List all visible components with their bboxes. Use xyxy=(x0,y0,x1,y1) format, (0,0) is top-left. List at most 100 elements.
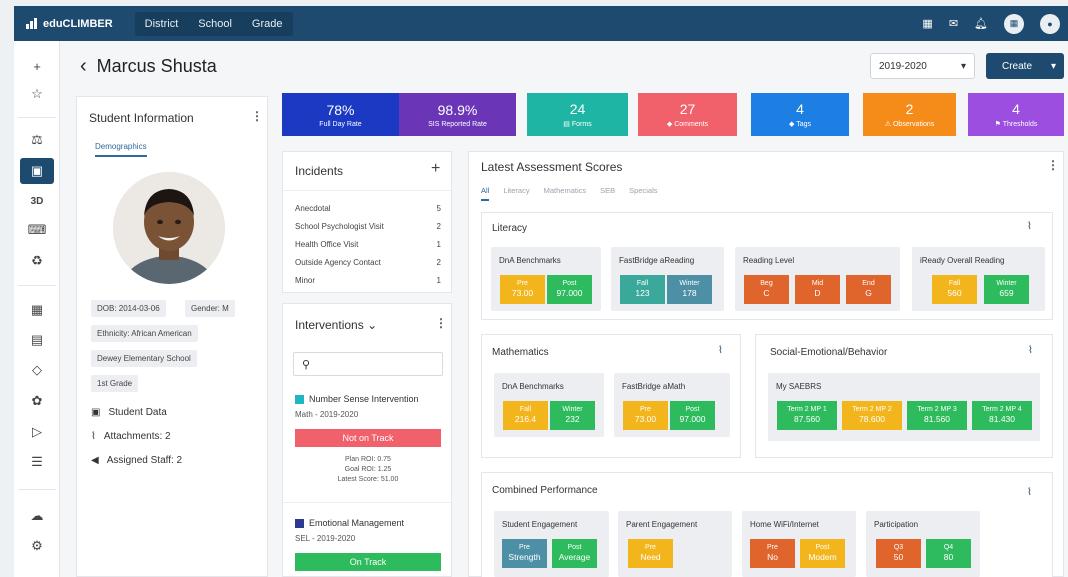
group-title: Reading Level xyxy=(743,256,795,265)
tab-mathematics[interactable]: Mathematics xyxy=(544,186,587,201)
score-chip[interactable]: Post 97.000 xyxy=(547,275,592,304)
recycle-icon[interactable]: ♻ xyxy=(20,248,54,274)
tab-seb[interactable]: SEB xyxy=(600,186,615,201)
kpi-comments[interactable]: 27 ◆ Comments xyxy=(638,93,737,136)
incident-label: Health Office Visit xyxy=(295,240,359,249)
tab-literacy[interactable]: Literacy xyxy=(503,186,529,201)
score-chip[interactable]: Post 97.000 xyxy=(670,401,715,430)
interventions-card: Interventions ⌄ ⋮ ⚲ Number Sense Interve… xyxy=(282,303,453,577)
student-card-icon[interactable]: ▣ xyxy=(20,158,54,184)
score-chip[interactable]: Beg C xyxy=(744,275,789,304)
tag-icon[interactable]: ◇ xyxy=(20,357,54,383)
score-chip[interactable]: Term 2 MP 1 87.560 xyxy=(777,401,837,430)
intervention-search-input[interactable]: ⚲ xyxy=(293,352,443,376)
group-icon[interactable]: ✿ xyxy=(20,388,54,414)
brand-logo[interactable]: eduCLIMBER xyxy=(26,18,113,30)
score-chip[interactable]: Fall 216.4 xyxy=(503,401,548,430)
chip-value: 97.000 xyxy=(556,288,583,299)
incident-row[interactable]: Outside Agency Contact 2 xyxy=(295,258,441,267)
back-arrow-icon[interactable]: ‹ xyxy=(80,55,87,78)
attachments-label: Attachments: 2 xyxy=(103,431,171,442)
main-content: ‹ Marcus Shusta 2019-2020 ▾ Create ▾ Stu… xyxy=(60,41,1068,577)
gear-icon[interactable]: ⚙ xyxy=(20,533,54,559)
clipboard-icon[interactable]: ▤ xyxy=(20,327,54,353)
incident-row[interactable]: School Psychologist Visit 2 xyxy=(295,222,441,231)
kpi-thresholds[interactable]: 4 ⚑ Thresholds xyxy=(968,93,1064,136)
flag-icon[interactable]: ▷ xyxy=(20,419,54,445)
kpi-sis-reported-rate[interactable]: 98.9% SIS Reported Rate xyxy=(399,93,516,136)
score-chip[interactable]: Winter 659 xyxy=(984,275,1029,304)
intervention-item[interactable]: Number Sense Intervention xyxy=(295,394,419,404)
tab-specials[interactable]: Specials xyxy=(629,186,657,201)
score-chip[interactable]: Pre Need xyxy=(628,539,673,568)
chip-label: Mid xyxy=(811,280,824,288)
nav-district[interactable]: District xyxy=(135,12,189,36)
score-chip[interactable]: Q4 80 xyxy=(926,539,971,568)
score-chip[interactable]: Post Modem xyxy=(800,539,845,568)
student-data-link[interactable]: ▣ Student Data xyxy=(91,407,167,418)
score-chip[interactable]: Term 2 MP 3 81.560 xyxy=(907,401,967,430)
mail-icon[interactable]: ✉ xyxy=(949,17,958,30)
calendar-icon[interactable]: ▦ xyxy=(20,297,54,323)
incident-count: 1 xyxy=(436,240,441,249)
tab-all[interactable]: All xyxy=(481,186,490,201)
star-icon[interactable]: ☆ xyxy=(20,81,54,107)
nav-school[interactable]: School xyxy=(188,12,242,36)
score-chip[interactable]: Mid D xyxy=(795,275,840,304)
score-chip[interactable]: Pre 73.00 xyxy=(623,401,668,430)
incident-row[interactable]: Minor 1 xyxy=(295,276,441,285)
bell-icon[interactable]: 🔔︎ xyxy=(974,17,988,30)
score-chip[interactable]: Fall 560 xyxy=(932,275,977,304)
keyboard-icon[interactable]: ⌨ xyxy=(20,217,54,243)
score-chip[interactable]: Pre No xyxy=(750,539,795,568)
score-chip[interactable]: Fall 123 xyxy=(620,275,665,304)
grid-icon[interactable]: ▦ xyxy=(1004,13,1024,34)
plus-icon[interactable]: + xyxy=(20,53,54,79)
attachments-link[interactable]: ⌇ Attachments: 2 xyxy=(91,431,171,442)
chart-icon[interactable]: ⌇ xyxy=(1028,345,1033,356)
list-icon[interactable]: ☰ xyxy=(20,449,54,475)
chart-icon[interactable]: ⌇ xyxy=(718,345,723,356)
3d-icon[interactable]: 3D xyxy=(20,188,54,214)
user-icon[interactable]: ● xyxy=(1040,13,1060,34)
score-chip[interactable]: Winter 178 xyxy=(667,275,712,304)
score-chip[interactable]: Post Average xyxy=(552,539,597,568)
incident-row[interactable]: Anecdotal 5 xyxy=(295,204,441,213)
tab-demographics[interactable]: Demographics xyxy=(95,142,147,157)
nav-grade[interactable]: Grade xyxy=(242,12,293,36)
chip-value: 78.600 xyxy=(859,414,885,425)
cloud-icon[interactable]: ☁ xyxy=(20,503,54,529)
incident-count: 2 xyxy=(436,258,441,267)
kpi-tags[interactable]: 4 ◆ Tags xyxy=(751,93,849,136)
score-chip[interactable]: Pre 73.00 xyxy=(500,275,545,304)
chart-icon[interactable]: ⌇ xyxy=(1027,487,1032,498)
calendar-icon[interactable]: ▦ xyxy=(922,17,932,30)
score-chip[interactable]: Q3 50 xyxy=(876,539,921,568)
incident-row[interactable]: Health Office Visit 1 xyxy=(295,240,441,249)
kebab-menu-icon[interactable]: ⋮ xyxy=(251,109,263,123)
score-chip[interactable]: End G xyxy=(846,275,891,304)
kebab-menu-icon[interactable]: ⋮ xyxy=(435,316,447,330)
score-chip[interactable]: Term 2 MP 2 78.600 xyxy=(842,401,902,430)
school-year-select[interactable]: 2019-2020 ▾ xyxy=(870,53,975,79)
kpi-full-day-rate[interactable]: 78% Full Day Rate xyxy=(282,93,399,136)
kpi-observations[interactable]: 2 ⚠ Observations xyxy=(863,93,956,136)
analytics-icon[interactable]: ⚖ xyxy=(20,127,54,153)
assigned-staff-link[interactable]: ◀ Assigned Staff: 2 xyxy=(91,455,182,466)
score-chip[interactable]: Winter 232 xyxy=(550,401,595,430)
chart-icon[interactable]: ⌇ xyxy=(1027,221,1032,232)
school-year-value: 2019-2020 xyxy=(879,60,927,72)
student-engagement: Student Engagement Pre Strength Post Avera… xyxy=(494,511,609,577)
kpi-forms[interactable]: 24 ▤ Forms xyxy=(527,93,628,136)
add-incident-icon[interactable]: + xyxy=(431,160,440,178)
score-chip[interactable]: Pre Strength xyxy=(502,539,547,568)
chip-value: 81.430 xyxy=(989,414,1015,425)
score-chip[interactable]: Term 2 MP 4 81.430 xyxy=(972,401,1032,430)
latest-score: Latest Score: 51.00 xyxy=(337,476,399,484)
intervention-item[interactable]: Emotional Management xyxy=(295,518,404,528)
create-button[interactable]: Create ▾ xyxy=(986,53,1064,79)
interventions-title-text: Interventions xyxy=(295,318,364,332)
interventions-title[interactable]: Interventions ⌄ xyxy=(295,318,377,332)
kebab-menu-icon[interactable]: ⋮ xyxy=(1047,158,1059,172)
assigned-staff-label: Assigned Staff: 2 xyxy=(106,455,183,466)
